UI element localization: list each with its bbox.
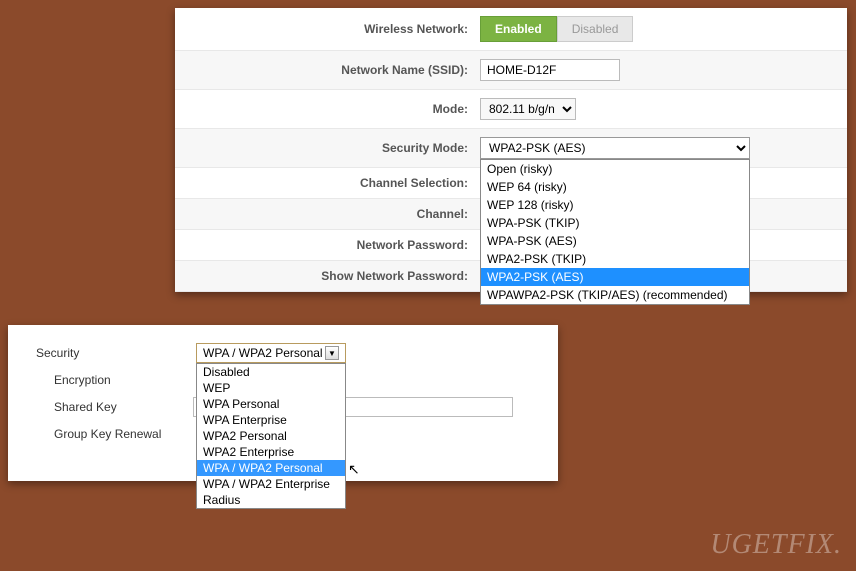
group-key-label: Group Key Renewal <box>36 427 196 441</box>
mode-row: Mode: 802.11 b/g/n <box>175 90 847 129</box>
wireless-network-row: Wireless Network: Enabled Disabled <box>175 8 847 51</box>
disabled-button[interactable]: Disabled <box>557 16 634 42</box>
security-option[interactable]: Disabled <box>197 364 345 380</box>
chevron-down-icon: ▼ <box>325 346 339 360</box>
network-password-label: Network Password: <box>175 238 480 252</box>
security-option[interactable]: WEP <box>197 380 345 396</box>
mode-label: Mode: <box>175 102 480 116</box>
security-option-selected[interactable]: WPA / WPA2 Personal <box>197 460 345 476</box>
wireless-network-label: Wireless Network: <box>175 22 480 36</box>
security-row: Security WPA / WPA2 Personal ▼ Disabled … <box>36 343 530 363</box>
security-mode-row: Security Mode: WPA2-PSK (AES) Open (risk… <box>175 129 847 168</box>
security-dropdown: Disabled WEP WPA Personal WPA Enterprise… <box>196 363 346 509</box>
ssid-row: Network Name (SSID): <box>175 51 847 90</box>
shared-key-label: Shared Key <box>36 400 196 414</box>
channel-label: Channel: <box>175 207 480 221</box>
security-mode-dropdown: Open (risky) WEP 64 (risky) WEP 128 (ris… <box>480 159 750 305</box>
security-option[interactable]: WPAWPA2-PSK (TKIP/AES) (recommended) <box>481 286 749 304</box>
security-option[interactable]: Radius <box>197 492 345 508</box>
security-select[interactable]: WPA / WPA2 Personal ▼ <box>196 343 346 363</box>
show-password-label: Show Network Password: <box>175 269 480 283</box>
security-option-selected[interactable]: WPA2-PSK (AES) <box>481 268 749 286</box>
security-option[interactable]: Open (risky) <box>481 160 749 178</box>
ssid-label: Network Name (SSID): <box>175 63 480 77</box>
security-option[interactable]: WPA-PSK (TKIP) <box>481 214 749 232</box>
security-option[interactable]: WPA-PSK (AES) <box>481 232 749 250</box>
cursor-icon: ↖ <box>348 461 360 478</box>
security-label: Security <box>36 346 196 360</box>
security-option[interactable]: WPA2-PSK (TKIP) <box>481 250 749 268</box>
router-settings-panel: Wireless Network: Enabled Disabled Netwo… <box>175 8 847 292</box>
security-option[interactable]: WPA Personal <box>197 396 345 412</box>
channel-selection-label: Channel Selection: <box>175 176 480 190</box>
security-settings-panel: Security WPA / WPA2 Personal ▼ Disabled … <box>8 325 558 481</box>
security-option[interactable]: WPA Enterprise <box>197 412 345 428</box>
security-option[interactable]: WEP 64 (risky) <box>481 178 749 196</box>
ssid-input[interactable] <box>480 59 620 81</box>
watermark-text: UGETFIX. <box>710 529 842 561</box>
mode-select[interactable]: 802.11 b/g/n <box>480 98 576 120</box>
security-option[interactable]: WEP 128 (risky) <box>481 196 749 214</box>
security-option[interactable]: WPA2 Personal <box>197 428 345 444</box>
security-option[interactable]: WPA2 Enterprise <box>197 444 345 460</box>
security-select-value: WPA / WPA2 Personal <box>203 346 323 360</box>
security-mode-select[interactable]: WPA2-PSK (AES) <box>480 137 750 159</box>
security-mode-label: Security Mode: <box>175 141 480 155</box>
encryption-label: Encryption <box>36 373 196 387</box>
enabled-button[interactable]: Enabled <box>480 16 557 42</box>
security-option[interactable]: WPA / WPA2 Enterprise <box>197 476 345 492</box>
